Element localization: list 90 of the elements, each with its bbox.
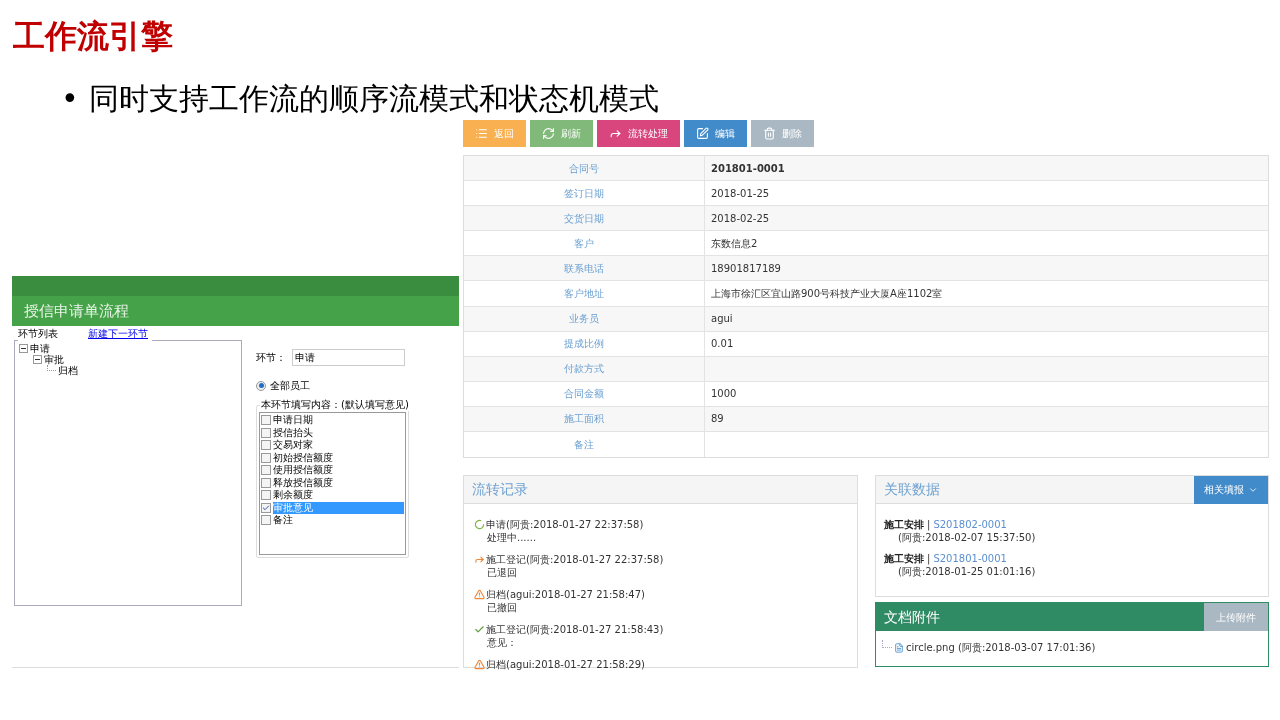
log-note: 已撤回: [487, 601, 517, 615]
checkbox[interactable]: [261, 465, 271, 476]
slide-title: 工作流引擎: [13, 16, 174, 57]
field-option[interactable]: 交易对家: [273, 439, 404, 452]
radio-label: 全部员工: [270, 379, 310, 393]
log-entry: 施工登记(阿贵:2018-01-27 22:37:58): [486, 553, 664, 567]
field-option[interactable]: 释放授信额度: [273, 476, 404, 489]
toolbar-button[interactable]: 流转处理: [597, 120, 680, 147]
field-label: 合同金额: [464, 381, 705, 406]
field-value: 89: [711, 412, 724, 427]
field-label: 备注: [464, 432, 705, 458]
tree-item[interactable]: 审批: [44, 354, 64, 365]
tree-connector: [47, 365, 56, 371]
field-label: 客户地址: [464, 281, 705, 306]
field-value: 2018-02-25: [711, 211, 770, 226]
related-meta: (阿贵:2018-01-25 01:01:16): [898, 565, 1036, 579]
step-label: 环节：: [256, 351, 286, 365]
dropdown-button[interactable]: 相关填报: [1194, 475, 1268, 504]
tree-item[interactable]: 申请: [30, 343, 50, 354]
panel-title: 关联数据: [883, 480, 941, 500]
tree-item[interactable]: 归档: [58, 365, 78, 376]
check-icon: [262, 503, 270, 512]
field-value: 上海市徐汇区宜山路900号科技产业大厦A座1102室: [711, 287, 943, 301]
list-icon: [475, 127, 488, 140]
collapse-toggle-icon[interactable]: [33, 355, 42, 364]
bullet-point: 同时支持工作流的顺序流模式和状态机模式: [88, 80, 659, 118]
warning-icon: [474, 659, 485, 671]
field-label: 付款方式: [464, 356, 705, 381]
trash-icon: [763, 127, 776, 140]
refresh-icon: [542, 127, 555, 140]
log-note: 处理中......: [487, 531, 537, 545]
log-entry: 归档(agui:2018-01-27 21:58:47): [486, 588, 645, 602]
field-value: 2018-01-25: [711, 186, 770, 201]
field-option[interactable]: 剩余额度: [273, 489, 404, 502]
group-legend: 本环节填写内容：(默认填写意见): [260, 399, 410, 411]
related-meta: (阿贵:2018-02-07 15:37:50): [898, 531, 1036, 545]
edit-icon: [696, 127, 709, 140]
field-label: 交货日期: [464, 206, 705, 231]
forward-arrow-icon: [474, 554, 485, 566]
checkbox[interactable]: [261, 440, 271, 451]
field-value: 东数信息2: [711, 236, 758, 251]
field-label: 业务员: [464, 306, 705, 331]
log-entry: 归档(agui:2018-01-27 21:58:29): [486, 658, 645, 672]
field-label: 联系电话: [464, 256, 705, 281]
field-option[interactable]: 使用授信额度: [273, 464, 404, 477]
toolbar-button[interactable]: 编辑: [684, 120, 747, 147]
related-type: 施工安排: [884, 552, 924, 566]
field-option[interactable]: 授信抬头: [273, 426, 404, 439]
log-entry: 申请(阿贵:2018-01-27 22:37:58): [486, 518, 644, 532]
checkbox[interactable]: [261, 415, 271, 426]
radio-button[interactable]: [256, 380, 266, 391]
field-label: 客户: [464, 231, 705, 256]
field-label: 提成比例: [464, 331, 705, 356]
section-label: 环节列表: [18, 327, 58, 341]
checkbox[interactable]: [261, 427, 271, 438]
bullet-mark: •: [61, 80, 79, 118]
file-link[interactable]: circle.png (阿贵:2018-03-07 17:01:36): [906, 640, 1096, 656]
checkbox[interactable]: [261, 490, 271, 501]
warning-icon: [474, 589, 485, 601]
loading-icon: [474, 519, 485, 531]
field-label: 施工面积: [464, 406, 705, 432]
separator: |: [927, 552, 931, 566]
step-field[interactable]: 申请: [292, 349, 405, 366]
field-option[interactable]: 备注: [273, 514, 404, 527]
field-value: 0.01: [711, 337, 734, 352]
related-type: 施工安排: [884, 518, 924, 532]
panel-title: 流转记录: [471, 480, 529, 500]
checkbox[interactable]: [261, 515, 271, 526]
field-option[interactable]: 初始授信额度: [273, 451, 404, 464]
field-value: 18901817189: [711, 261, 781, 276]
field-value: 1000: [711, 387, 737, 402]
designer-title: 授信申请单流程: [24, 300, 129, 322]
checkbox[interactable]: [261, 477, 271, 488]
collapse-toggle-icon[interactable]: [19, 344, 28, 353]
file-icon: [894, 642, 904, 653]
log-entry: 施工登记(阿贵:2018-01-27 21:58:43): [486, 623, 664, 637]
new-step-link[interactable]: 新建下一环节: [88, 326, 148, 341]
tree-connector: [882, 639, 892, 648]
field-label: 签订日期: [464, 181, 705, 206]
checkbox[interactable]: [261, 502, 271, 513]
field-option[interactable]: 申请日期: [273, 414, 404, 427]
panel-title: 文档附件: [883, 607, 941, 627]
checkbox[interactable]: [261, 452, 271, 463]
field-value: 201801-0001: [711, 161, 785, 176]
log-note: 已退回: [487, 566, 517, 580]
field-label: 合同号: [464, 156, 705, 181]
log-note: 意见：: [487, 636, 517, 650]
forward-arrow-icon: [609, 127, 622, 140]
separator: |: [927, 518, 931, 532]
field-value: agui: [711, 312, 733, 327]
